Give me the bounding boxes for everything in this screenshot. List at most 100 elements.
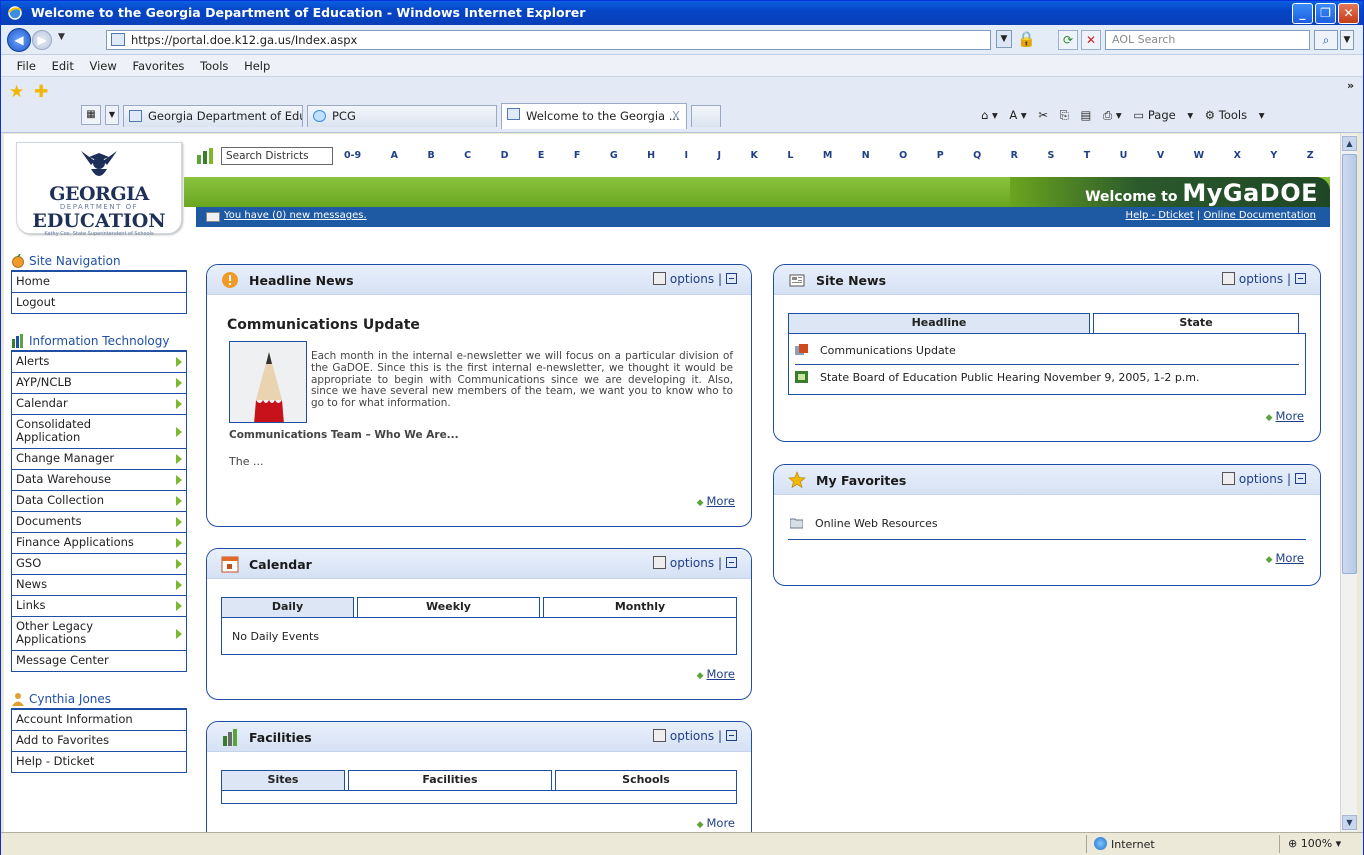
letter-link[interactable]: X <box>1234 150 1241 161</box>
vertical-scrollbar[interactable]: ▲ ▼ <box>1340 134 1357 832</box>
more-label[interactable]: More <box>1275 551 1304 565</box>
quick-tabs-button[interactable]: ▦ <box>81 105 101 125</box>
cut-icon[interactable]: ✂ <box>1038 108 1048 122</box>
letter-link[interactable]: B <box>427 150 434 161</box>
more-toolbar-chevron-icon[interactable]: » <box>1347 79 1354 92</box>
favorite-item[interactable]: Online Web Resources <box>790 517 938 530</box>
letter-link[interactable]: W <box>1194 150 1204 161</box>
back-button[interactable]: ◀ <box>7 28 31 52</box>
menu-tools[interactable]: Tools <box>194 55 234 73</box>
nav-item-help-dticket[interactable]: Help - Dticket <box>12 752 186 773</box>
letter-link[interactable]: K <box>751 150 758 161</box>
zoom-control[interactable]: ⊕ 100% ▾ <box>1288 837 1341 850</box>
article-title[interactable]: Communications Update <box>227 317 420 333</box>
menu-edit[interactable]: Edit <box>46 55 80 73</box>
add-favorite-icon[interactable]: ✚ <box>34 82 48 102</box>
letter-link[interactable]: F <box>574 150 581 161</box>
tab-weekly[interactable]: Weekly <box>357 597 540 617</box>
new-tab-button[interactable] <box>691 105 721 127</box>
scroll-thumb[interactable] <box>1342 154 1357 574</box>
more-link[interactable]: ◆ More <box>697 667 735 681</box>
portlet-options[interactable]: options | <box>652 729 737 743</box>
online-documentation-link[interactable]: Online Documentation <box>1203 210 1316 221</box>
letter-link[interactable]: U <box>1120 150 1128 161</box>
nav-item-data-collection[interactable]: Data Collection <box>12 491 186 512</box>
tab-facilities[interactable]: Facilities <box>348 770 552 790</box>
district-search-input[interactable]: Search Districts <box>221 147 333 165</box>
search-options-dropdown[interactable]: ▼ <box>1340 30 1354 50</box>
copy-icon[interactable]: ⎘ <box>1060 108 1069 122</box>
tab-georgia-doe[interactable]: Georgia Department of Educ... <box>123 105 303 127</box>
home-icon[interactable]: ⌂ ▾ <box>981 108 998 122</box>
nav-item-alerts[interactable]: Alerts <box>12 352 186 373</box>
letter-link[interactable]: I <box>685 150 689 161</box>
minimize-icon[interactable] <box>1295 473 1306 484</box>
more-link[interactable]: ◆ More <box>697 494 735 508</box>
letter-link[interactable]: D <box>501 150 509 161</box>
more-link[interactable]: ◆ More <box>1266 551 1304 565</box>
nav-item-ayp-nclb[interactable]: AYP/NCLB <box>12 373 186 394</box>
letter-link[interactable]: Y <box>1270 150 1277 161</box>
letter-link[interactable]: Q <box>973 150 981 161</box>
search-input[interactable]: AOL Search <box>1105 30 1310 50</box>
portlet-options[interactable]: options | <box>652 556 737 570</box>
nav-item-account-information[interactable]: Account Information <box>12 710 186 731</box>
letter-link[interactable]: G <box>610 150 618 161</box>
nav-item-calendar[interactable]: Calendar <box>12 394 186 415</box>
letter-link[interactable]: P <box>937 150 944 161</box>
letter-link[interactable]: N <box>862 150 870 161</box>
nav-item-message-center[interactable]: Message Center <box>12 651 186 672</box>
tab-pcg[interactable]: PCG <box>307 105 497 127</box>
letter-link[interactable]: 0-9 <box>344 150 361 161</box>
lock-icon[interactable]: 🔒 <box>1017 30 1036 48</box>
tab-schools[interactable]: Schools <box>555 770 737 790</box>
feeds-icon[interactable]: A ▾ <box>1009 108 1026 122</box>
minimize-icon[interactable] <box>726 557 737 568</box>
close-tab-icon[interactable]: X <box>672 104 680 128</box>
nav-item-other-legacy-applications[interactable]: Other Legacy Applications <box>12 617 186 651</box>
nav-item-logout[interactable]: Logout <box>12 293 186 314</box>
letter-link[interactable]: Z <box>1307 150 1314 161</box>
scroll-up-icon[interactable]: ▲ <box>1342 136 1357 151</box>
more-label[interactable]: More <box>706 816 735 830</box>
nav-item-links[interactable]: Links <box>12 596 186 617</box>
nav-item-home[interactable]: Home <box>12 272 186 293</box>
letter-link[interactable]: E <box>538 150 545 161</box>
minimize-icon[interactable] <box>726 273 737 284</box>
more-link[interactable]: ◆ More <box>697 816 735 830</box>
stop-button[interactable]: ✕ <box>1081 30 1101 50</box>
letter-link[interactable]: C <box>464 150 471 161</box>
letter-link[interactable]: J <box>718 150 722 161</box>
letter-link[interactable]: A <box>391 150 398 161</box>
menu-favorites[interactable]: Favorites <box>126 55 190 73</box>
tab-headline[interactable]: Headline <box>788 313 1090 333</box>
gadoe-logo[interactable]: GEORGIA DEPARTMENT OF EDUCATION Kathy Co… <box>16 142 182 237</box>
news-item[interactable]: State Board of Education Public Hearing … <box>795 371 1200 384</box>
page-menu[interactable]: ▭ Page ▾ <box>1133 108 1193 122</box>
nav-item-documents[interactable]: Documents <box>12 512 186 533</box>
menu-help[interactable]: Help <box>238 55 276 73</box>
print-icon[interactable]: ⎙ ▾ <box>1103 108 1122 122</box>
nav-item-consolidated-application[interactable]: Consolidated Application <box>12 415 186 449</box>
close-button[interactable]: ✕ <box>1338 3 1359 24</box>
nav-item-add-to-favorites[interactable]: Add to Favorites <box>12 731 186 752</box>
letter-link[interactable]: M <box>823 150 832 161</box>
messages-link[interactable]: You have (0) new messages. <box>224 210 367 221</box>
letter-link[interactable]: O <box>899 150 907 161</box>
restore-button[interactable]: ❐ <box>1315 3 1336 24</box>
favorites-center-icon[interactable]: ★ <box>9 82 24 102</box>
minimize-button[interactable]: _ <box>1292 3 1313 24</box>
letter-link[interactable]: R <box>1011 150 1018 161</box>
letter-link[interactable]: H <box>647 150 655 161</box>
menu-view[interactable]: View <box>84 55 123 73</box>
tab-state[interactable]: State <box>1093 313 1299 333</box>
tab-welcome-georgia[interactable]: Welcome to the Georgia ... X <box>501 103 687 129</box>
tab-sites[interactable]: Sites <box>221 770 345 790</box>
nav-item-data-warehouse[interactable]: Data Warehouse <box>12 470 186 491</box>
tab-monthly[interactable]: Monthly <box>543 597 737 617</box>
more-link[interactable]: ◆ More <box>1266 409 1304 423</box>
search-button[interactable]: ⌕ <box>1314 30 1338 50</box>
scroll-down-icon[interactable]: ▼ <box>1342 815 1357 830</box>
refresh-button[interactable]: ⟳ <box>1058 30 1078 50</box>
more-label[interactable]: More <box>706 667 735 681</box>
